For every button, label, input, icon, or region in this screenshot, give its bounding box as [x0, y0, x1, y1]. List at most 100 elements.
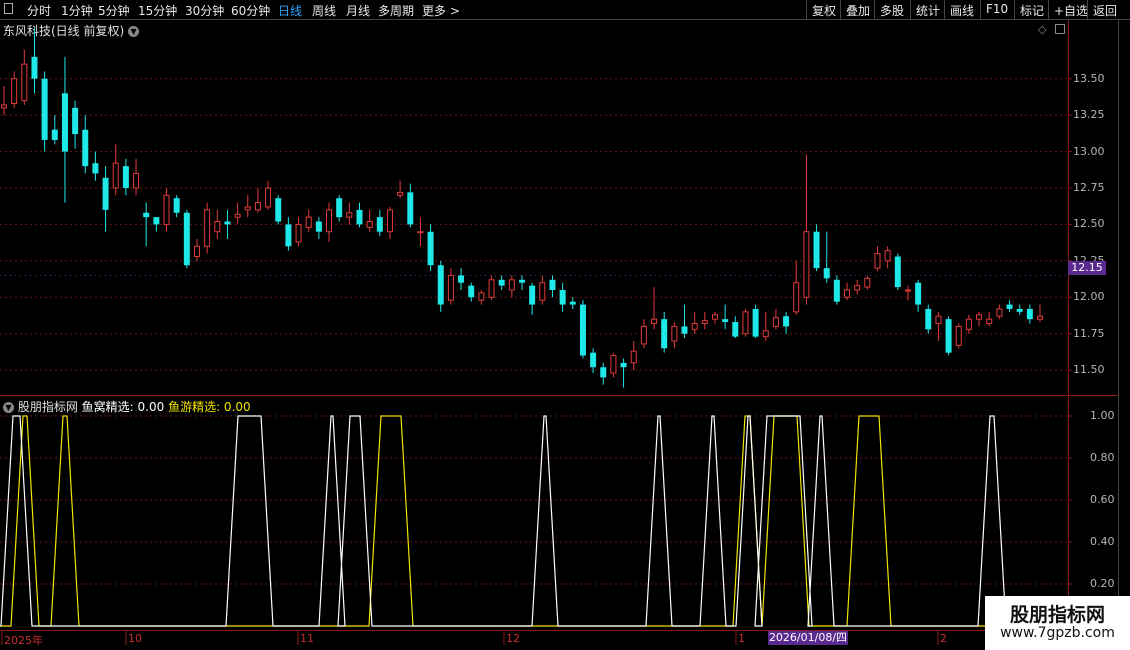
candle-body-up — [630, 350, 637, 364]
candle-body-up — [133, 172, 140, 189]
candle-body-down — [498, 279, 505, 286]
candle-body-down — [102, 177, 109, 210]
candle-body-up — [244, 206, 251, 211]
candle-body-up — [854, 285, 861, 291]
candle-body-down — [1006, 304, 1013, 309]
candle-body-up — [711, 314, 718, 320]
candle-body-up — [844, 289, 851, 298]
candle-body-up — [265, 187, 272, 208]
candle-body-down — [823, 268, 830, 279]
candle-body-down — [732, 322, 739, 337]
candle-body-up — [640, 325, 647, 345]
candle-body-up — [874, 253, 881, 269]
candle-body-up — [955, 325, 962, 346]
candle-body-down — [620, 362, 627, 368]
candle-body-up — [11, 78, 18, 104]
candle-body-down — [224, 221, 231, 225]
candle-body-down — [549, 279, 556, 290]
candle-body-up — [986, 318, 993, 325]
candle-body-up — [701, 320, 708, 325]
x-tick-label: 11 — [300, 632, 314, 645]
candle-body-down — [661, 319, 668, 349]
indicator-y-tick-label: 0.60 — [1090, 493, 1115, 506]
candle-body-down — [376, 217, 383, 232]
candle-body-down — [722, 319, 729, 323]
candle-body-down — [458, 275, 465, 283]
candle-body-up — [204, 209, 211, 247]
chart-canvas[interactable] — [0, 0, 1130, 650]
candle-body-down — [752, 308, 759, 337]
y-tick-label: 13.50 — [1073, 71, 1105, 85]
y-tick-label: 12.75 — [1073, 181, 1105, 194]
candle-body-up — [234, 213, 241, 218]
watermark: 股朋指标网 www.7gpzb.com — [985, 596, 1130, 650]
candle-body-down — [92, 163, 99, 174]
candle-body-up — [742, 311, 749, 335]
candle-body-up — [803, 231, 810, 298]
candle-body-down — [519, 279, 525, 283]
candle-body-up — [417, 231, 424, 234]
candle-body-up — [539, 282, 546, 301]
indicator-y-tick-label: 1.00 — [1090, 409, 1115, 422]
candle-body-down — [153, 217, 160, 225]
candle-body-down — [569, 301, 576, 305]
y-tick-label: 13.00 — [1073, 144, 1105, 158]
candle-body-down — [590, 352, 597, 368]
y-tick-label: 13.25 — [1073, 108, 1105, 122]
candle-body-down — [813, 231, 820, 269]
candle-body-up — [447, 274, 454, 301]
candle-body-down — [915, 282, 922, 305]
indicator-y-tick-label: 0.80 — [1090, 451, 1115, 464]
y-tick-label: 11.50 — [1073, 363, 1105, 377]
candle-body-up — [488, 279, 495, 298]
candle-body-up — [508, 279, 515, 291]
x-tick-label: 1 — [738, 632, 745, 645]
cursor-date-badge: 2026/01/08/四 — [768, 631, 848, 645]
candle-body-up — [386, 209, 393, 233]
candle-body-up — [772, 317, 779, 327]
candle-body-down — [356, 209, 363, 225]
candle-body-up — [651, 318, 658, 325]
candle-body-up — [254, 202, 261, 211]
candle-body-up — [163, 194, 170, 225]
candle-body-up — [864, 277, 871, 288]
y-tick-label: 12.50 — [1073, 217, 1105, 231]
candle-body-up — [1037, 315, 1043, 320]
candle-body-down — [1026, 308, 1033, 320]
candle-body-up — [112, 162, 119, 189]
candle-body-down — [681, 326, 688, 334]
candle-body-down — [336, 198, 343, 218]
y-tick-label: 12.00 — [1073, 290, 1105, 304]
candle-body-up — [193, 245, 200, 257]
candle-body-up — [671, 325, 678, 342]
candle-body-up — [397, 191, 404, 196]
candle-body-up — [793, 282, 800, 313]
candle-body-up — [691, 323, 698, 330]
candle-body-up — [214, 221, 221, 233]
candle-body-up — [295, 223, 302, 243]
candle-body-down — [468, 285, 475, 298]
candle-body-up — [326, 209, 333, 233]
candle-body-down — [437, 265, 444, 305]
candle-body-down — [173, 198, 180, 213]
candle-body-down — [61, 93, 68, 152]
indicator-line-yuwo — [0, 415, 1060, 627]
candle-body-up — [478, 292, 485, 301]
candle-body-up — [346, 212, 353, 218]
candle-body-down — [925, 308, 932, 330]
watermark-name: 股朋指标网 — [1009, 604, 1105, 626]
candle-body-down — [833, 279, 840, 302]
candle-body-down — [41, 78, 48, 140]
current-price-badge: 12.15 — [1068, 261, 1106, 275]
candle-body-down — [783, 316, 790, 327]
candle-body-down — [72, 107, 79, 135]
candle-body-down — [894, 256, 901, 288]
x-tick-label: 10 — [128, 632, 142, 645]
candle-body-down — [600, 367, 607, 378]
candle-body-down — [122, 166, 129, 188]
candle-body-down — [82, 129, 89, 167]
candle-body-up — [976, 314, 983, 320]
candle-body-down — [275, 198, 282, 222]
indicator-y-tick-label: 0.20 — [1090, 577, 1115, 590]
candle-body-down — [529, 285, 536, 305]
